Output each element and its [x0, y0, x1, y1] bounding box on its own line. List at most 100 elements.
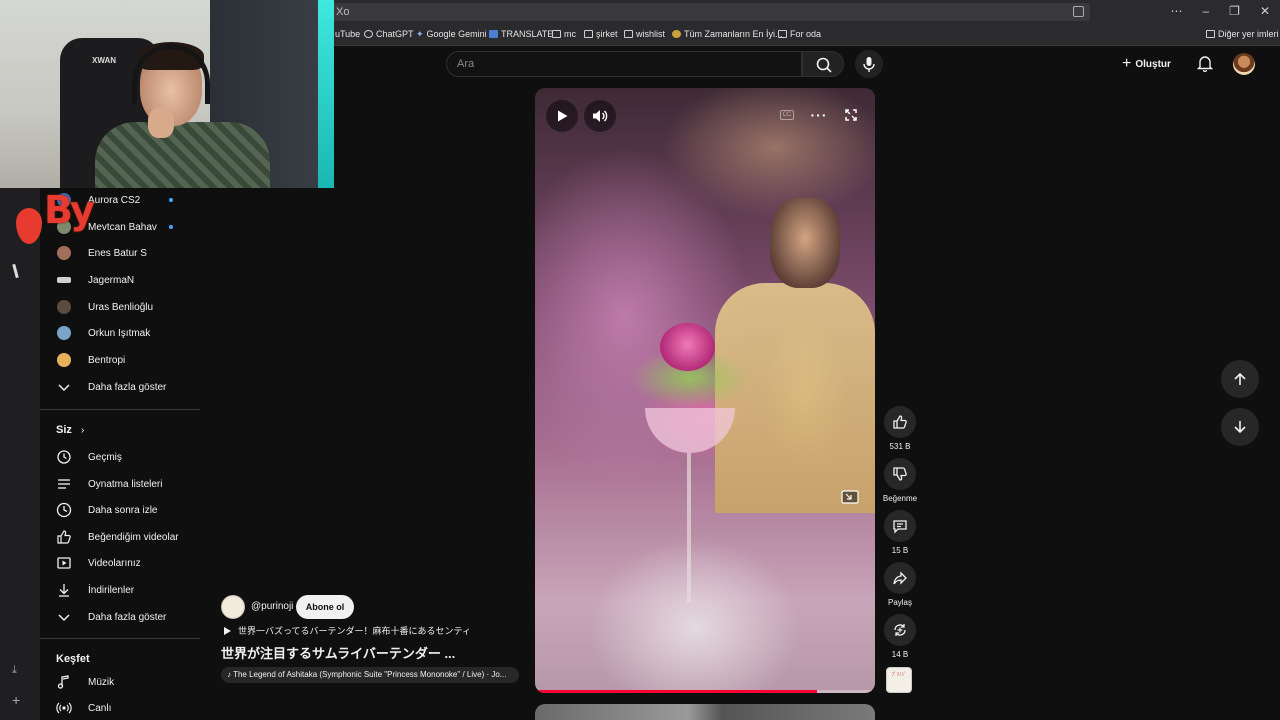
- chatgpt-icon: [364, 30, 373, 38]
- chevron-down-icon: [56, 379, 72, 395]
- you-section-header[interactable]: Siz ›: [56, 424, 84, 436]
- remix-icon: [894, 624, 906, 636]
- address-bar[interactable]: Xo: [330, 3, 1090, 21]
- dislike-label: Beğenme: [882, 494, 918, 503]
- comment-count: 15 B: [891, 546, 909, 555]
- subscription-enes-batur[interactable]: Enes Batur S: [40, 240, 200, 266]
- video-frame-bartender-suit: [715, 283, 875, 513]
- address-bar-text: Xo: [336, 6, 350, 18]
- play-icon: [558, 110, 568, 122]
- video-frame-rose: [660, 323, 715, 371]
- minimize-icon[interactable]: –: [1202, 4, 1209, 18]
- channel-avatar: [57, 246, 71, 260]
- folder-icon: [1206, 30, 1215, 38]
- watch-later-icon: [56, 502, 72, 518]
- subscription-uras-benlioglu[interactable]: Uras Benlioğlu: [40, 294, 200, 320]
- bookmark-folder-wishlist[interactable]: wishlist: [624, 29, 665, 39]
- chevron-right-icon: ›: [80, 425, 85, 436]
- play-icon: [224, 626, 231, 635]
- bookmark-folder-mc[interactable]: mc: [552, 29, 576, 39]
- share-button[interactable]: [884, 562, 916, 594]
- comments-button[interactable]: [884, 510, 916, 542]
- miniplayer-button[interactable]: [839, 488, 861, 506]
- subscription-bentropi[interactable]: Bentropi: [40, 347, 200, 373]
- taskbar-download-icon[interactable]: ⤓: [12, 664, 17, 677]
- volume-button[interactable]: [584, 100, 616, 132]
- account-avatar[interactable]: [1233, 53, 1255, 75]
- show-more-you[interactable]: Daha fazla göster: [40, 604, 200, 630]
- window-controls: ⋯ – ❐ ✕: [1170, 4, 1270, 18]
- previous-short-button[interactable]: [1221, 360, 1259, 398]
- search-button[interactable]: [802, 51, 844, 77]
- bookmark-translate[interactable]: TRANSLATE: [489, 29, 553, 39]
- sound-chip[interactable]: ♪ The Legend of Ashitaka (Symphonic Suit…: [221, 667, 519, 683]
- play-button[interactable]: [546, 100, 578, 132]
- video-progress-bar[interactable]: [535, 690, 875, 693]
- fullscreen-button[interactable]: [839, 104, 863, 126]
- subscription-jagerman[interactable]: JagermaN: [40, 267, 200, 293]
- playlists-icon: [56, 476, 72, 492]
- sidebar-item-downloads[interactable]: İndirilenler: [40, 577, 200, 603]
- next-short-preview[interactable]: [535, 704, 875, 720]
- close-icon[interactable]: ✕: [1260, 4, 1270, 18]
- webcam-streamer-shirt: [95, 122, 270, 188]
- remix-button[interactable]: [884, 614, 916, 646]
- subscription-orkun-isitmak[interactable]: Orkun Işıtmak: [40, 320, 200, 346]
- channel-avatar: [57, 300, 71, 314]
- voice-search-button[interactable]: [855, 50, 883, 78]
- more-options-button[interactable]: ···: [807, 104, 831, 126]
- sidebar-item-music[interactable]: Müzik: [40, 669, 200, 695]
- like-count: 531 B: [889, 442, 911, 451]
- channel-avatar: [57, 277, 71, 283]
- video-description[interactable]: 世界一バズってるバーテンダー！麻布十番にあるセンティ: [222, 624, 471, 637]
- bookmark-youtube[interactable]: uTube: [335, 29, 360, 39]
- explore-section-header: Keşfet: [56, 653, 90, 665]
- search-input[interactable]: Ara: [446, 51, 802, 77]
- captions-icon[interactable]: CC: [780, 110, 794, 120]
- sidebar-item-live[interactable]: Canlı: [40, 695, 200, 720]
- divider: [40, 638, 200, 639]
- arrow-down-icon: [1234, 421, 1246, 434]
- channel-avatar: [57, 326, 71, 340]
- video-frame-bartender: [770, 198, 840, 288]
- restore-icon[interactable]: ❐: [1229, 4, 1240, 18]
- video-progress-fill: [535, 690, 818, 693]
- channel-name[interactable]: @purinoji: [251, 601, 293, 612]
- channel-avatar[interactable]: [221, 595, 245, 619]
- sidebar-item-watch-later[interactable]: Daha sonra izle: [40, 497, 200, 523]
- create-button[interactable]: + Oluştur: [1122, 53, 1171, 75]
- shorts-video-player[interactable]: CC ···: [535, 88, 875, 693]
- bookmark-chatgpt[interactable]: ChatGPT: [364, 29, 414, 39]
- bookmark-tum-zamanlarin[interactable]: Tüm Zamanların En İyi...: [672, 29, 783, 39]
- bell-icon: [1196, 56, 1214, 73]
- picture-in-picture-icon: [841, 490, 859, 504]
- search-icon: [816, 57, 832, 73]
- dislike-button[interactable]: [884, 458, 916, 490]
- like-button[interactable]: [884, 406, 916, 438]
- site-icon: [672, 30, 681, 38]
- live-icon: [56, 700, 72, 716]
- subscribe-button[interactable]: Abone ol: [296, 595, 354, 619]
- sound-thumbnail[interactable]: ﾌﾟﾘﾉｼﾞ: [886, 667, 912, 693]
- your-videos-icon: [56, 555, 72, 571]
- folder-icon: [778, 30, 787, 38]
- show-more-subscriptions[interactable]: Daha fazla göster: [40, 374, 200, 400]
- reader-mode-icon[interactable]: [1073, 6, 1084, 17]
- sidebar-item-your-videos[interactable]: Videolarınız: [40, 550, 200, 576]
- webcam-overlay: XWAN: [0, 0, 334, 188]
- bookmark-gemini[interactable]: ✦ Google Gemini: [416, 29, 487, 39]
- chair-brand-text: XWAN: [92, 56, 116, 65]
- next-short-button[interactable]: [1221, 408, 1259, 446]
- sidebar-item-history[interactable]: Geçmiş: [40, 444, 200, 470]
- sidebar-item-playlists[interactable]: Oynatma listeleri: [40, 471, 200, 497]
- bookmark-folder-for-oda[interactable]: For oda: [778, 29, 821, 39]
- sidebar-item-liked-videos[interactable]: Beğendiğim videolar: [40, 524, 200, 550]
- browser-menu-icon[interactable]: ⋯: [1170, 4, 1182, 18]
- bookmark-folder-sirket[interactable]: şirket: [584, 29, 618, 39]
- remix-count: 14 B: [891, 650, 909, 659]
- video-title[interactable]: 世界が注目するサムライバーテンダー ...: [221, 643, 455, 662]
- other-bookmarks[interactable]: Diğer yer imleri: [1206, 29, 1279, 39]
- notifications-button[interactable]: [1195, 53, 1215, 73]
- divider: [40, 409, 200, 410]
- taskbar-add-icon[interactable]: +: [12, 692, 20, 708]
